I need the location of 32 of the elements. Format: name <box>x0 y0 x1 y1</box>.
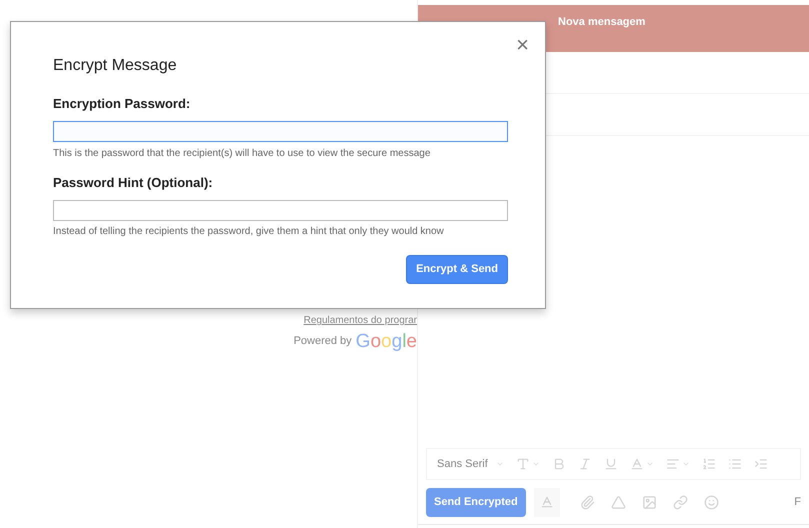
close-button[interactable]: × <box>516 34 529 56</box>
numbered-list-icon[interactable] <box>702 457 716 471</box>
field-label: Encryption Password: <box>53 95 192 113</box>
send-encrypted-button[interactable]: Send Encrypted <box>426 488 526 516</box>
align-icon[interactable] <box>666 457 680 471</box>
rules-link[interactable]: Regulamentos do prograr <box>304 313 417 328</box>
field-label: Password Hint (Optional): <box>53 174 214 192</box>
field-help-text: This is the password that the recipient(s) will have to use to view the secure message <box>53 146 432 160</box>
caret-icon <box>496 460 504 468</box>
encrypt-send-button[interactable]: Encrypt & Send <box>406 255 508 284</box>
text-field[interactable] <box>53 121 508 142</box>
italic-icon[interactable] <box>578 457 592 471</box>
text-color-icon[interactable] <box>630 457 644 471</box>
link-icon[interactable] <box>672 494 688 510</box>
formatting-icon[interactable] <box>540 495 554 509</box>
underline-icon[interactable] <box>604 457 618 471</box>
caret-icon <box>682 460 690 468</box>
indent-icon[interactable] <box>754 457 768 471</box>
image-icon[interactable] <box>642 494 657 510</box>
caret-icon <box>646 460 654 468</box>
trailing-text: F <box>794 494 801 510</box>
powered-by-text: Powered by <box>294 334 352 350</box>
emoji-icon[interactable] <box>704 494 719 510</box>
dialog-title: Encrypt Message <box>53 56 178 76</box>
compose-title: Nova mensagem <box>558 16 646 28</box>
field-help-text: Instead of telling the recipients the password, give them a hint that only they would know <box>53 225 445 239</box>
caret-icon <box>532 460 540 468</box>
font-menu[interactable]: Sans Serif <box>431 456 510 472</box>
text-field[interactable] <box>53 200 508 220</box>
text-size-icon[interactable] <box>516 457 530 471</box>
google-logo: Google <box>356 332 417 351</box>
attach-icon[interactable] <box>580 494 595 510</box>
